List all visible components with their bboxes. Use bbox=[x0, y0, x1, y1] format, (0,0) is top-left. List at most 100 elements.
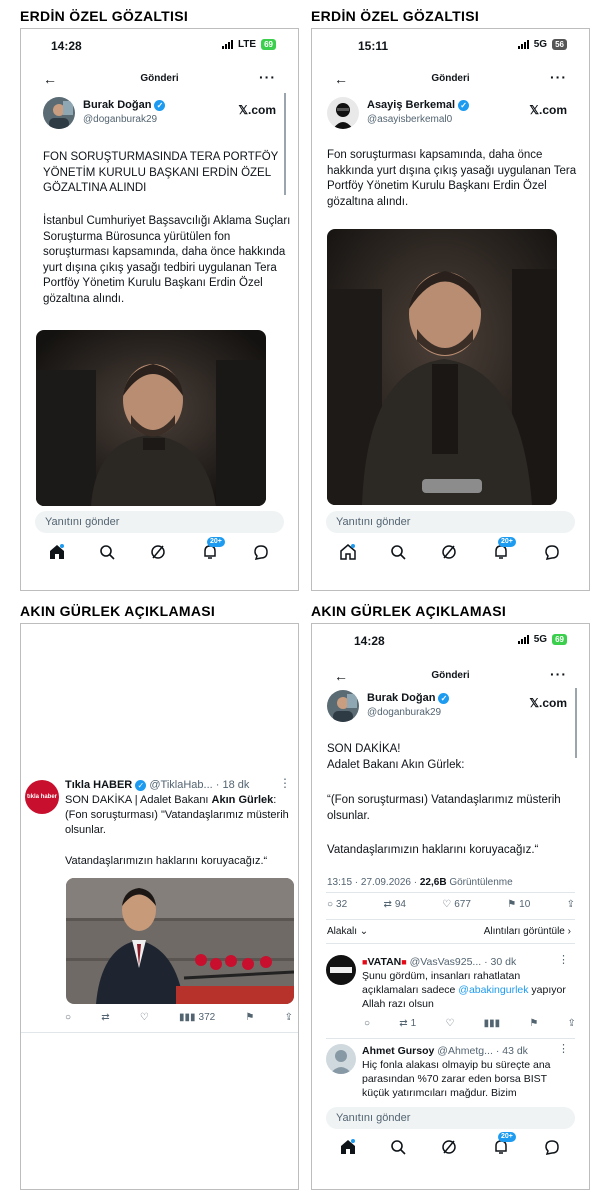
messages-icon[interactable] bbox=[252, 543, 270, 561]
search-icon[interactable] bbox=[98, 543, 116, 561]
divider bbox=[21, 1032, 298, 1033]
post-line-4: Vatandaşlarımızın haklarını koruyacağız.… bbox=[327, 844, 539, 856]
battery-icon: 69 bbox=[552, 634, 567, 645]
reply-input[interactable]: Yanıtını gönder bbox=[326, 511, 575, 533]
more-icon[interactable]: ⋮ bbox=[558, 1042, 569, 1055]
avatar[interactable] bbox=[43, 97, 75, 129]
share-icon[interactable]: ⇪ bbox=[568, 1018, 576, 1029]
reply-button[interactable]: ○ 32 bbox=[327, 899, 347, 910]
messages-icon[interactable] bbox=[543, 1138, 561, 1156]
reply-icon[interactable]: ○ bbox=[65, 1012, 71, 1023]
reply-text: Şunu gördüm, insanları rahatlatan açıkla… bbox=[362, 969, 569, 1011]
home-icon[interactable] bbox=[339, 543, 357, 561]
like-icon: ♡ bbox=[442, 899, 452, 910]
views-button[interactable]: ▮▮▮ 372 bbox=[179, 1012, 215, 1023]
tweet-text-2: Vatandaşlarımızın haklarını koruyacağız.… bbox=[65, 855, 268, 867]
status-time: 14:28 bbox=[354, 634, 385, 648]
reply-input[interactable]: Yanıtını gönder bbox=[35, 511, 284, 533]
grok-icon[interactable] bbox=[440, 1138, 458, 1156]
section-title-bottom-left: AKIN GÜRLEK AÇIKLAMASI bbox=[20, 603, 216, 619]
more-icon[interactable]: ⋮ bbox=[558, 953, 569, 966]
author-name[interactable]: Burak Doğan ✓ bbox=[83, 99, 166, 111]
battery-icon: 69 bbox=[261, 39, 276, 50]
mention-link[interactable]: @abakingurlek bbox=[458, 984, 528, 996]
avatar[interactable] bbox=[327, 690, 359, 722]
x-logo-icon: 𝕏.com bbox=[529, 696, 567, 710]
x-logo-icon: 𝕏.com bbox=[529, 103, 567, 117]
repost-icon[interactable]: ⇄ bbox=[101, 1012, 109, 1023]
author-handle[interactable]: @doganburak29 bbox=[367, 707, 441, 718]
view-label: Görüntülenme bbox=[446, 877, 513, 888]
verified-icon: ✓ bbox=[135, 780, 147, 791]
post-actions: ○ 32 ⇄ 94 ♡ 677 ⚑ 10 ⇪ bbox=[327, 899, 575, 910]
turkey-flag-icon: ■ bbox=[401, 957, 407, 967]
post-header: ← Gönderi ··· bbox=[312, 666, 589, 688]
avatar[interactable] bbox=[327, 97, 359, 129]
repost-button[interactable]: ⇄ 94 bbox=[383, 899, 406, 910]
verified-icon: ✓ bbox=[438, 692, 450, 704]
grok-icon[interactable] bbox=[440, 543, 458, 561]
post-line-2: Adalet Bakanı Akın Gürlek: bbox=[327, 759, 465, 771]
header-title: Gönderi bbox=[140, 73, 179, 84]
verified-icon: ✓ bbox=[458, 99, 470, 111]
post-photo[interactable] bbox=[327, 229, 557, 505]
avatar[interactable] bbox=[326, 955, 356, 985]
author-name[interactable]: Asayiş Berkemal ✓ bbox=[367, 99, 470, 111]
notification-badge: 20+ bbox=[498, 537, 516, 547]
author-name[interactable]: Burak Doğan ✓ bbox=[367, 692, 450, 704]
status-bar: 14:28 LTE 69 bbox=[21, 37, 298, 55]
messages-icon[interactable] bbox=[543, 543, 561, 561]
like-icon[interactable]: ♡ bbox=[445, 1018, 454, 1029]
author-handle[interactable]: @doganburak29 bbox=[83, 114, 157, 125]
reply-input[interactable]: Yanıtını gönder bbox=[326, 1107, 575, 1129]
author-name[interactable]: Tıkla HABER bbox=[65, 779, 132, 791]
reply-time: · 43 dk bbox=[495, 1045, 528, 1057]
like-button[interactable]: ♡ 677 bbox=[442, 899, 471, 910]
author-handle[interactable]: @asayisberkemal0 bbox=[367, 114, 452, 125]
reply-author[interactable]: VATAN bbox=[367, 956, 401, 968]
share-icon[interactable]: ⇪ bbox=[285, 1012, 293, 1023]
divider bbox=[326, 919, 575, 920]
bookmark-icon[interactable]: ⚑ bbox=[529, 1018, 538, 1029]
battery-icon: 56 bbox=[552, 39, 567, 50]
more-icon[interactable]: ··· bbox=[550, 666, 567, 682]
sort-related-dropdown[interactable]: Alakalı ⌄ bbox=[327, 926, 368, 937]
author-row: Burak Doğan ✓ @doganburak29 𝕏.com bbox=[327, 690, 571, 726]
post-headline: FON SORUŞTURMASINDA TERA PORTFÖY YÖNETİM… bbox=[43, 151, 279, 194]
more-icon[interactable]: ⋮ bbox=[279, 776, 291, 790]
post-meta: 13:15 · 27.09.2026 · 22,6B Görüntülenme bbox=[327, 877, 513, 888]
reply-handle[interactable]: @Ahmetg... bbox=[437, 1045, 493, 1057]
avatar[interactable]: tıkla haber bbox=[25, 780, 59, 814]
signal-icon bbox=[517, 635, 529, 644]
more-icon[interactable]: ··· bbox=[259, 69, 276, 85]
view-count: 22,6B bbox=[419, 877, 447, 888]
more-icon[interactable]: ··· bbox=[550, 69, 567, 85]
author-row: Burak Doğan ✓ @doganburak29 𝕏.com bbox=[43, 97, 280, 133]
author-handle[interactable]: @TiklaHab... bbox=[149, 779, 212, 791]
view-quotes-link[interactable]: Alıntıları görüntüle › bbox=[484, 926, 571, 937]
notification-badge: 20+ bbox=[207, 537, 225, 547]
views-icon[interactable]: ▮▮▮ bbox=[484, 1018, 501, 1029]
reply-handle[interactable]: @VasVas925... bbox=[410, 956, 482, 968]
post-photo[interactable] bbox=[66, 878, 294, 1004]
post-photo[interactable] bbox=[36, 330, 266, 506]
bookmark-button[interactable]: ⚑ 10 bbox=[507, 899, 530, 910]
tweet-text-quote: (Fon soruşturması) "Vatandaşlarımız müst… bbox=[65, 809, 289, 836]
reply-item[interactable]: Ahmet Gursoy @Ahmetg... · 43 dk Hiç fonl… bbox=[326, 1044, 575, 1100]
quotes-label: Alıntıları görüntüle bbox=[483, 926, 565, 937]
like-icon[interactable]: ♡ bbox=[140, 1012, 149, 1023]
reply-item[interactable]: ■VATAN■ @VasVas925... · 30 dk Şunu gördü… bbox=[326, 955, 575, 1025]
share-icon[interactable]: ⇪ bbox=[567, 899, 575, 910]
repost-button[interactable]: ⇄ 1 bbox=[399, 1018, 416, 1029]
bookmark-count: 10 bbox=[519, 899, 531, 910]
search-icon[interactable] bbox=[389, 543, 407, 561]
search-icon[interactable] bbox=[389, 1138, 407, 1156]
home-icon[interactable] bbox=[48, 543, 66, 561]
home-icon[interactable] bbox=[339, 1138, 357, 1156]
avatar[interactable] bbox=[326, 1044, 356, 1074]
reply-count: 32 bbox=[336, 899, 348, 910]
bookmark-icon[interactable]: ⚑ bbox=[245, 1012, 254, 1023]
grok-icon[interactable] bbox=[149, 543, 167, 561]
reply-author[interactable]: Ahmet Gursoy bbox=[362, 1045, 434, 1057]
reply-icon[interactable]: ○ bbox=[364, 1018, 370, 1029]
